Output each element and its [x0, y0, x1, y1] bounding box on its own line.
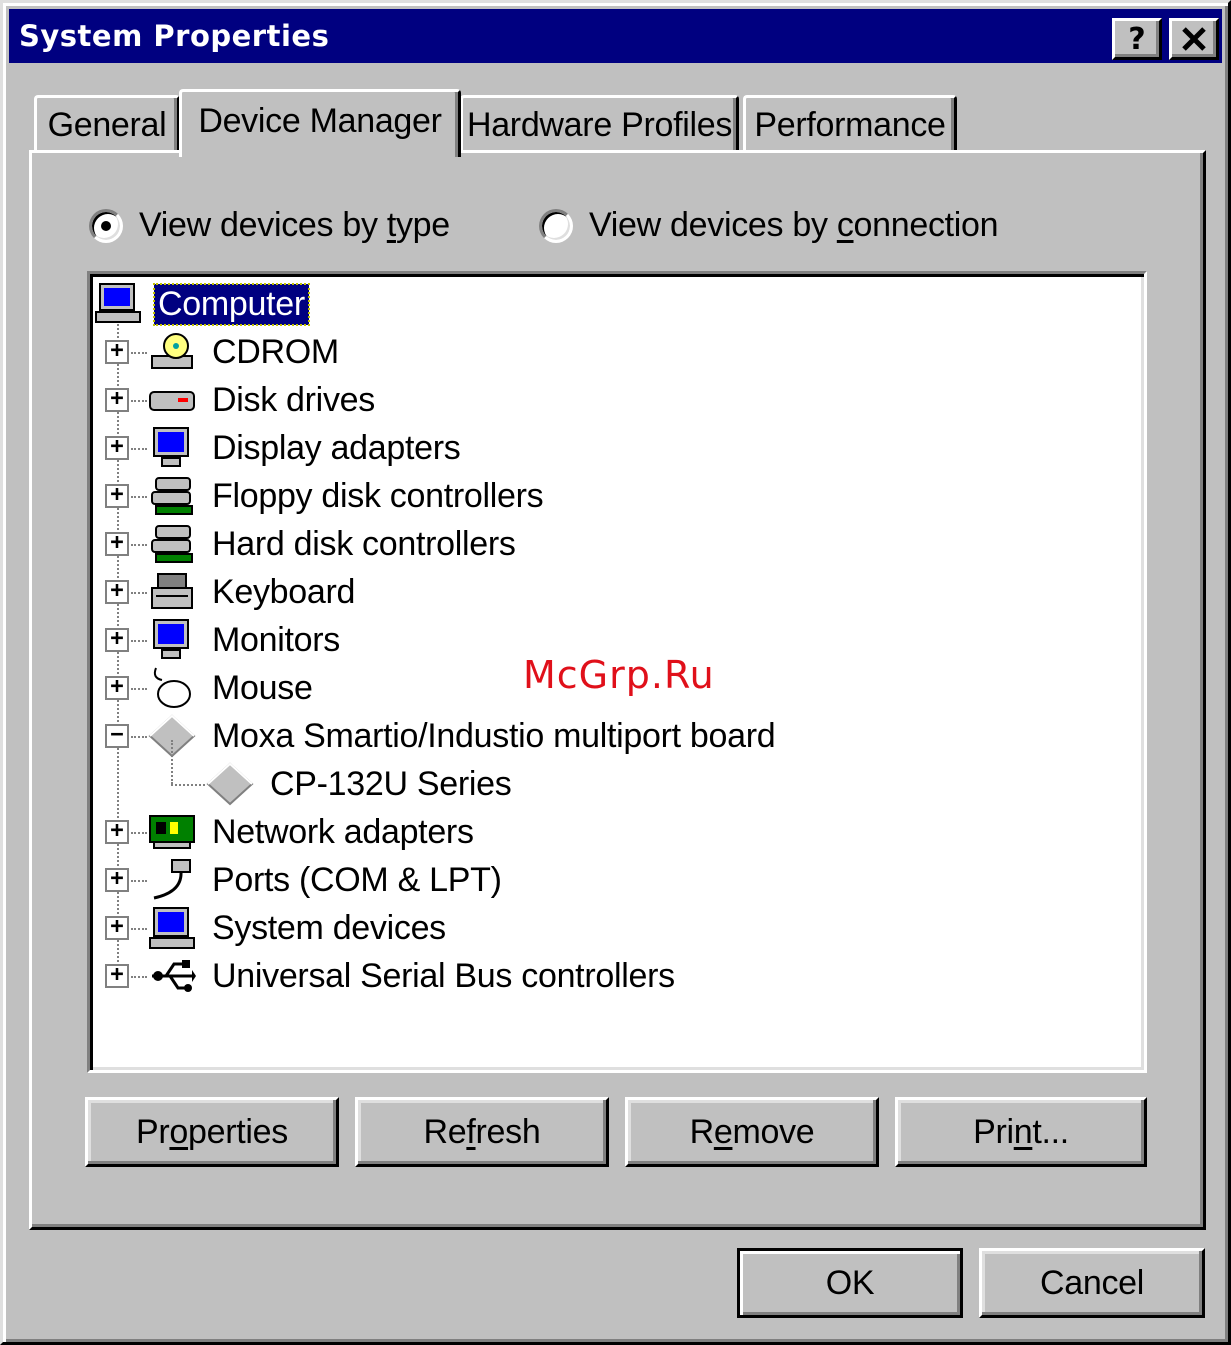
watermark: McGrp.Ru: [523, 653, 715, 697]
tree-item-label: Monitors: [212, 620, 340, 659]
tree-connector: [131, 736, 147, 738]
view-by-type-option[interactable]: View devices by type: [89, 206, 450, 245]
tree-item-label: Display adapters: [212, 428, 461, 467]
tab-performance[interactable]: Performance: [743, 95, 957, 153]
remove-button[interactable]: Re move: [625, 1097, 879, 1167]
ok-button[interactable]: OK: [737, 1248, 963, 1318]
tree-expander[interactable]: +: [105, 820, 129, 844]
tree-item[interactable]: Moxa Smartio/Industio multiport board: [148, 712, 779, 760]
tree-expander[interactable]: +: [105, 676, 129, 700]
tree-connector: [131, 928, 147, 930]
disk-drive-icon: [149, 391, 195, 411]
port-icon: [153, 859, 191, 900]
tree-item-label: Universal Serial Bus controllers: [212, 956, 675, 995]
tree-item-label: Network adapters: [212, 812, 474, 851]
close-button[interactable]: [1169, 18, 1219, 60]
refresh-button[interactable]: Re f resh: [355, 1097, 609, 1167]
tree-item[interactable]: CDROM: [148, 328, 343, 376]
tree-expander[interactable]: +: [105, 916, 129, 940]
tree-item[interactable]: Hard disk controllers: [148, 520, 520, 568]
mouse-icon: [153, 667, 191, 708]
tree-expander[interactable]: +: [105, 628, 129, 652]
tree-expander[interactable]: +: [105, 388, 129, 412]
tree-connector: [131, 352, 147, 354]
tree-connector: [131, 688, 147, 690]
view-by-type-radio[interactable]: [89, 208, 123, 243]
tree-expander[interactable]: +: [105, 868, 129, 892]
tree-expander[interactable]: −: [105, 724, 129, 748]
tab-device-manager[interactable]: Device Manager: [179, 89, 461, 157]
tree-item[interactable]: System devices: [148, 904, 450, 952]
usb-icon: [152, 960, 196, 992]
tree-connector: [131, 496, 147, 498]
tree-item-label: Hard disk controllers: [212, 524, 516, 563]
tree-item[interactable]: Display adapters: [148, 424, 464, 472]
view-by-connection-radio[interactable]: [539, 208, 573, 243]
tree-item-label: System devices: [212, 908, 446, 947]
close-icon: [1182, 27, 1206, 51]
title-bar[interactable]: System Properties ?: [9, 9, 1222, 63]
tree-item-label: CP-132U Series: [270, 764, 512, 803]
tree-item[interactable]: Keyboard: [148, 568, 359, 616]
cancel-button[interactable]: Cancel: [979, 1248, 1205, 1318]
network-adapter-icon: [149, 815, 195, 849]
tree-item-label: Disk drives: [212, 380, 375, 419]
tree-item-label: CDROM: [212, 332, 339, 371]
tree-expander[interactable]: +: [105, 580, 129, 604]
tree-connector: [171, 740, 173, 784]
cdrom-icon: [151, 333, 193, 369]
system-properties-window: System Properties ? General Device Manag…: [0, 0, 1231, 1345]
tree-expander[interactable]: +: [105, 340, 129, 364]
tree-item[interactable]: Mouse: [148, 664, 317, 712]
tab-general[interactable]: General: [34, 95, 180, 153]
view-by-connection-label: View devices by connection: [589, 206, 999, 244]
diamond-icon: [206, 762, 254, 806]
tree-expander[interactable]: +: [105, 964, 129, 988]
tree-connector: [131, 640, 147, 642]
monitor-icon: [153, 619, 189, 659]
tree-connector: [131, 400, 147, 402]
display-adapter-icon: [153, 427, 189, 467]
tree-item[interactable]: Universal Serial Bus controllers: [148, 952, 679, 1000]
disk-controller-icon: [151, 477, 193, 515]
tree-connector: [131, 448, 147, 450]
tree-item[interactable]: Network adapters: [148, 808, 478, 856]
tree-root-label: Computer: [153, 282, 310, 326]
tree-expander[interactable]: +: [105, 436, 129, 460]
tree-connector: [171, 784, 205, 786]
help-button[interactable]: ?: [1112, 18, 1162, 60]
view-by-type-label: View devices by type: [139, 206, 450, 244]
tree-connector: [131, 592, 147, 594]
properties-button[interactable]: Pr o perties: [85, 1097, 339, 1167]
tree-item-label: Mouse: [212, 668, 313, 707]
view-by-connection-option[interactable]: View devices by connection: [539, 206, 999, 245]
tree-item[interactable]: Disk drives: [148, 376, 379, 424]
tab-hardware-profiles[interactable]: Hardware Profiles: [460, 95, 739, 153]
tree-item[interactable]: Floppy disk controllers: [148, 472, 547, 520]
tree-item[interactable]: Ports (COM & LPT): [148, 856, 506, 904]
system-device-icon: [149, 907, 195, 949]
tree-item-label: Keyboard: [212, 572, 356, 611]
tree-connector: [131, 976, 147, 978]
tree-item-label: Floppy disk controllers: [212, 476, 544, 515]
tree-item[interactable]: Monitors: [148, 616, 344, 664]
tree-connector: [131, 880, 147, 882]
tree-item-label: Moxa Smartio/Industio multiport board: [212, 716, 776, 755]
disk-controller-icon: [151, 525, 193, 563]
tree-expander[interactable]: +: [105, 532, 129, 556]
window-title: System Properties: [19, 19, 330, 53]
tree-connector: [131, 544, 147, 546]
tree-item[interactable]: CP-132U Series: [206, 760, 515, 808]
tree-root-computer[interactable]: Computer: [94, 280, 310, 328]
tree-item-label: Ports (COM & LPT): [212, 860, 502, 899]
tree-expander[interactable]: +: [105, 484, 129, 508]
keyboard-icon: [151, 573, 193, 609]
computer-icon: [95, 283, 141, 323]
tree-connector: [131, 832, 147, 834]
print-button[interactable]: Pri n t...: [895, 1097, 1147, 1167]
